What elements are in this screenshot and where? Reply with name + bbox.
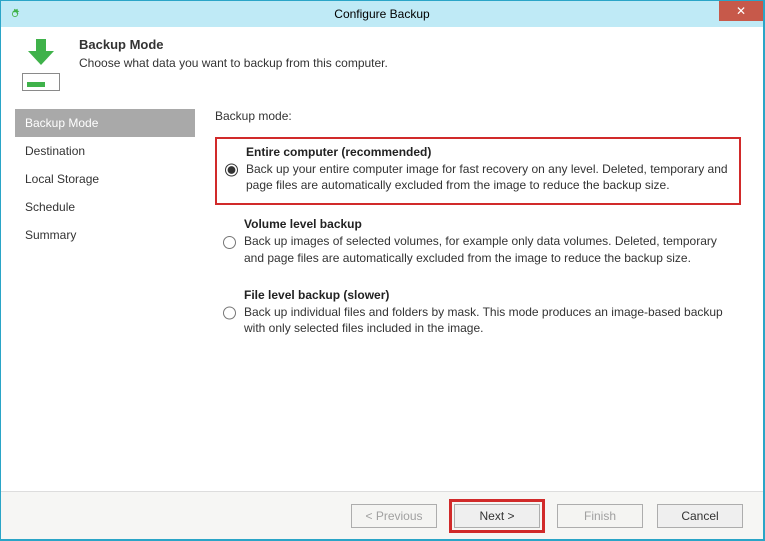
sidebar-item-label: Destination [25,144,85,158]
configure-backup-window: Configure Backup ✕ Backup Mode Choose wh… [0,0,765,541]
sidebar-item-local-storage[interactable]: Local Storage [15,165,195,193]
gear-icon [7,6,23,22]
previous-button-wrap: < Previous [349,502,439,530]
finish-button[interactable]: Finish [557,504,643,528]
sidebar-item-label: Schedule [25,200,75,214]
content-title: Backup mode: [215,109,741,123]
backup-mode-options: Entire computer (recommended) Back up you… [215,137,741,346]
wizard-content: Backup mode: Entire computer (recommende… [215,105,749,491]
wizard-header: Backup Mode Choose what data you want to… [1,27,763,105]
option-volume[interactable]: Volume level backup Back up images of sel… [215,211,741,275]
page-title: Backup Mode [79,37,388,52]
window-title: Configure Backup [1,7,763,21]
cancel-button-wrap: Cancel [655,502,745,530]
wizard-body: Backup Mode Destination Local Storage Sched… [1,105,763,491]
titlebar: Configure Backup ✕ [1,1,763,27]
previous-button[interactable]: < Previous [351,504,437,528]
option-description: Back up images of selected volumes, for … [244,233,733,265]
radio-volume[interactable] [223,219,236,265]
finish-button-wrap: Finish [555,502,645,530]
page-subtitle: Choose what data you want to backup from… [79,56,388,70]
next-button-wrap: Next > [449,499,545,533]
sidebar-item-summary[interactable]: Summary [15,221,195,249]
header-icon-group [19,37,63,91]
option-file[interactable]: File level backup (slower) Back up indivi… [215,282,741,346]
option-entire[interactable]: Entire computer (recommended) Back up you… [215,137,741,205]
sidebar-item-backup-mode[interactable]: Backup Mode [15,109,195,137]
radio-file[interactable] [223,290,236,336]
option-description: Back up individual files and folders by … [244,304,733,336]
option-body: Entire computer (recommended) Back up you… [246,145,731,193]
option-body: Volume level backup Back up images of sel… [244,217,733,265]
option-label: File level backup (slower) [244,288,733,302]
close-button[interactable]: ✕ [719,1,763,21]
sidebar-item-label: Backup Mode [25,116,98,130]
close-icon: ✕ [736,4,746,18]
option-body: File level backup (slower) Back up indivi… [244,288,733,336]
radio-entire[interactable] [225,147,238,193]
sidebar-item-destination[interactable]: Destination [15,137,195,165]
option-description: Back up your entire computer image for f… [246,161,731,193]
option-label: Volume level backup [244,217,733,231]
down-arrow-icon [23,37,59,67]
wizard-footer: < Previous Next > Finish Cancel [1,491,763,539]
cancel-button[interactable]: Cancel [657,504,743,528]
disk-icon [22,73,60,91]
sidebar-item-label: Summary [25,228,76,242]
wizard-steps-sidebar: Backup Mode Destination Local Storage Sched… [15,105,195,491]
next-button[interactable]: Next > [454,504,540,528]
sidebar-item-schedule[interactable]: Schedule [15,193,195,221]
sidebar-item-label: Local Storage [25,172,99,186]
option-label: Entire computer (recommended) [246,145,731,159]
header-text: Backup Mode Choose what data you want to… [79,37,388,70]
